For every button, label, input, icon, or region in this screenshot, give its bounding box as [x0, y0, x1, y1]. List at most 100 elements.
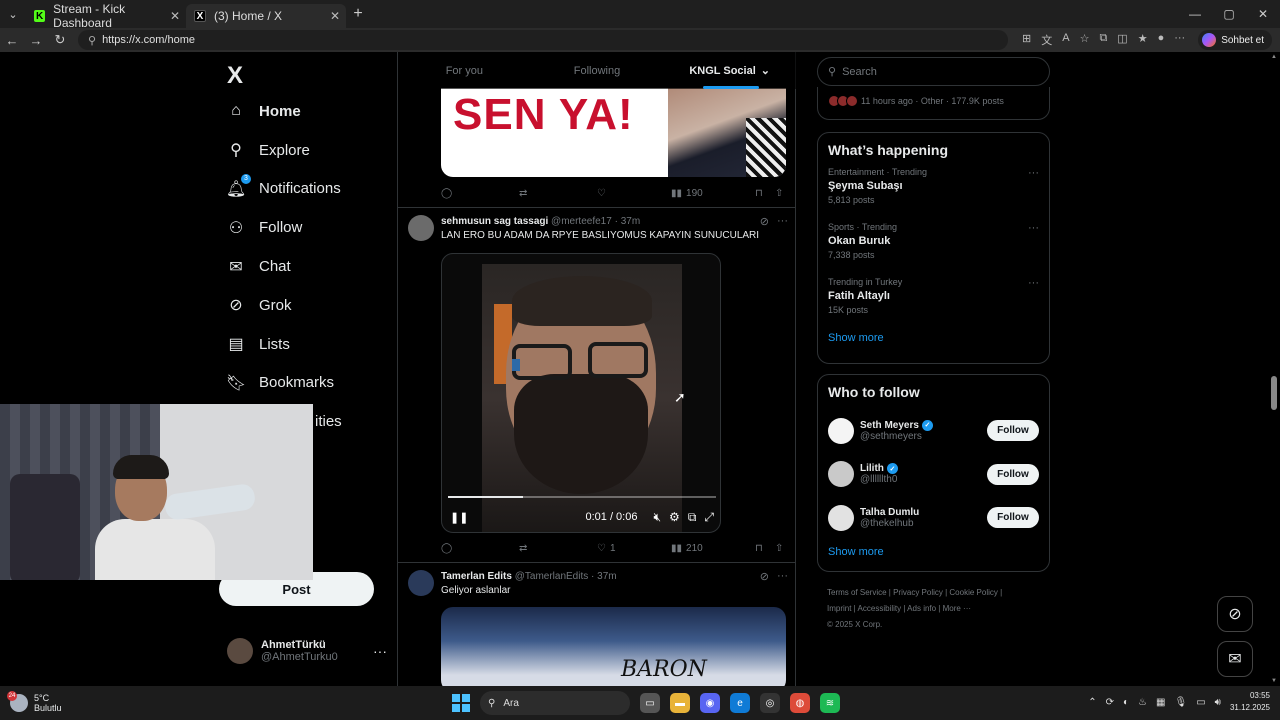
tab-kick-dashboard[interactable]: K Stream - Kick Dashboard ✕: [26, 2, 186, 30]
obs-icon[interactable]: ◎: [760, 693, 780, 713]
follow-suggestion[interactable]: Talha Dumlu @thekelhub Follow: [818, 496, 1049, 540]
show-more-link[interactable]: Show more: [818, 332, 1049, 344]
post-media-image[interactable]: SEN YA!: [441, 88, 786, 177]
sidebar-item-grok[interactable]: ⊘ Grok: [219, 286, 342, 325]
pause-icon[interactable]: ❚❚: [450, 511, 468, 524]
favorite-star-icon[interactable]: ☆: [1080, 32, 1090, 48]
trend-item[interactable]: Trending in Turkey Fatih Altaylı 15K pos…: [818, 277, 1049, 332]
profile-icon[interactable]: ●: [1158, 32, 1165, 48]
more-icon[interactable]: ···: [1028, 277, 1039, 289]
more-icon[interactable]: ···: [373, 643, 387, 659]
author-handle[interactable]: @merteefe17: [551, 216, 612, 227]
reply-icon[interactable]: ◯: [441, 543, 519, 554]
new-tab-button[interactable]: +: [346, 5, 370, 23]
show-more-link[interactable]: Show more: [818, 546, 1049, 558]
system-clock[interactable]: 03:55 31.12.2025: [1230, 690, 1270, 714]
more-icon[interactable]: ···: [777, 570, 788, 583]
weather-widget[interactable]: 24 5°C Bulutlu: [7, 691, 62, 713]
bookmark-icon[interactable]: ⊓: [755, 188, 775, 199]
chrome-icon[interactable]: ◍: [790, 693, 810, 713]
read-aloud-icon[interactable]: A: [1062, 32, 1069, 48]
more-icon[interactable]: ···: [777, 215, 788, 228]
grok-icon[interactable]: ⊘: [760, 570, 769, 583]
url-field[interactable]: ⚲ https://x.com/home: [78, 30, 1008, 50]
spotify-icon[interactable]: ≋: [820, 693, 840, 713]
volume-icon[interactable]: 🔊︎: [1215, 697, 1221, 708]
extensions-icon[interactable]: ⧉: [1099, 32, 1107, 48]
author-name[interactable]: Tamerlan Edits: [441, 571, 512, 582]
tab-for-you[interactable]: For you: [398, 52, 531, 89]
more-icon[interactable]: ···: [1028, 222, 1039, 234]
scroll-up-arrow-icon[interactable]: ▲: [1271, 54, 1277, 60]
more-icon[interactable]: ···: [1028, 167, 1039, 179]
tab-following[interactable]: Following: [531, 52, 664, 89]
sidebar-item-follow[interactable]: ⚇ Follow: [219, 208, 342, 247]
tab-x-home[interactable]: X (3) Home / X ✕: [186, 4, 346, 28]
follow-suggestion[interactable]: Lilith ✓ @llllllth0 Follow: [818, 453, 1049, 497]
settings-icon[interactable]: ⚙: [669, 510, 680, 524]
site-info-icon[interactable]: ⚲: [88, 34, 96, 47]
discord-icon[interactable]: ◉: [700, 693, 720, 713]
close-window-button[interactable]: ✕: [1246, 0, 1280, 28]
author-handle[interactable]: @TamerlanEdits: [515, 571, 589, 582]
repost-icon[interactable]: ⇄: [519, 188, 597, 199]
scroll-down-arrow-icon[interactable]: ▼: [1271, 678, 1277, 684]
sidebar-item-chat[interactable]: ✉ Chat: [219, 247, 342, 286]
follow-button[interactable]: Follow: [987, 420, 1039, 442]
steam-icon[interactable]: ♨: [1138, 697, 1147, 708]
settings-more-icon[interactable]: ···: [1174, 32, 1185, 48]
file-explorer-icon[interactable]: ▬: [670, 693, 690, 713]
share-icon[interactable]: ⇧: [775, 188, 783, 199]
follow-button[interactable]: Follow: [987, 507, 1039, 529]
reply-icon[interactable]: ◯: [441, 188, 519, 199]
refresh-button[interactable]: ↻: [48, 32, 72, 48]
trend-summary-card[interactable]: 11 hours ago · Other · 177.9K posts: [817, 87, 1050, 120]
app-tray-icon[interactable]: ◐: [1123, 697, 1129, 708]
avatar[interactable]: [408, 215, 434, 241]
forward-button[interactable]: →: [24, 33, 48, 48]
sidebar-item-home[interactable]: ⌂ Home: [219, 92, 342, 131]
edge-icon[interactable]: e: [730, 693, 750, 713]
search-input[interactable]: ⚲ Search: [817, 57, 1050, 86]
scrollbar-thumb[interactable]: [1271, 376, 1277, 410]
account-switcher[interactable]: AhmetTürkü @AhmetTurku0 ···: [227, 638, 387, 664]
sidebar-item-lists[interactable]: ▤ Lists: [219, 325, 342, 364]
post-time[interactable]: 37m: [621, 216, 640, 227]
split-screen-icon[interactable]: ◫: [1117, 32, 1127, 48]
post-time[interactable]: 37m: [597, 571, 616, 582]
translate-icon[interactable]: 文: [1041, 32, 1052, 48]
display-icon[interactable]: ▭: [1196, 697, 1205, 708]
sync-icon[interactable]: ⟳: [1106, 697, 1114, 708]
tab-kngl-social[interactable]: KNGL Social ⌄: [663, 52, 796, 89]
trend-item[interactable]: Sports · Trending Okan Buruk 7,338 posts…: [818, 222, 1049, 277]
close-icon[interactable]: ✕: [170, 9, 180, 23]
minimize-button[interactable]: —: [1178, 0, 1212, 28]
follow-button[interactable]: Follow: [987, 463, 1039, 485]
trend-item[interactable]: Entertainment · Trending Şeyma Subaşı 5,…: [818, 167, 1049, 222]
picture-in-picture-icon[interactable]: ⧉: [688, 510, 697, 525]
views-stat[interactable]: ▮▮ 210: [671, 543, 755, 554]
messages-floating-button[interactable]: ✉: [1217, 641, 1253, 677]
footer-line[interactable]: Imprint | Accessibility | Ads info | Mor…: [827, 601, 1047, 617]
taskbar-search[interactable]: ⚲ Ara: [480, 691, 630, 715]
bookmark-icon[interactable]: ⊓: [755, 543, 775, 554]
x-logo[interactable]: X: [227, 62, 243, 90]
grok-floating-button[interactable]: ⊘: [1217, 596, 1253, 632]
collections-icon[interactable]: ★: [1138, 32, 1148, 48]
page-scrollbar[interactable]: ▲ ▼: [1271, 54, 1277, 684]
app-available-icon[interactable]: ⊞: [1022, 32, 1031, 48]
sidebar-item-notifications[interactable]: 🔔︎ 3 Notifications: [219, 170, 342, 209]
chevron-up-icon[interactable]: ⌃: [1088, 697, 1096, 708]
grok-icon[interactable]: ⊘: [760, 215, 769, 228]
windows-start-icon[interactable]: [452, 694, 470, 712]
close-icon[interactable]: ✕: [330, 9, 340, 23]
follow-suggestion[interactable]: Seth Meyers ✓ @sethmeyers Follow: [818, 409, 1049, 453]
maximize-button[interactable]: ▢: [1212, 0, 1246, 28]
microphone-icon[interactable]: 🎙︎: [1174, 697, 1187, 708]
footer-line[interactable]: Terms of Service | Privacy Policy | Cook…: [827, 585, 1047, 601]
mute-icon[interactable]: 🔇︎: [653, 510, 661, 525]
like-icon[interactable]: ♡: [597, 188, 671, 199]
like-stat[interactable]: ♡ 1: [597, 543, 671, 554]
views-stat[interactable]: ▮▮ 190: [671, 188, 755, 199]
avatar[interactable]: [408, 570, 434, 596]
